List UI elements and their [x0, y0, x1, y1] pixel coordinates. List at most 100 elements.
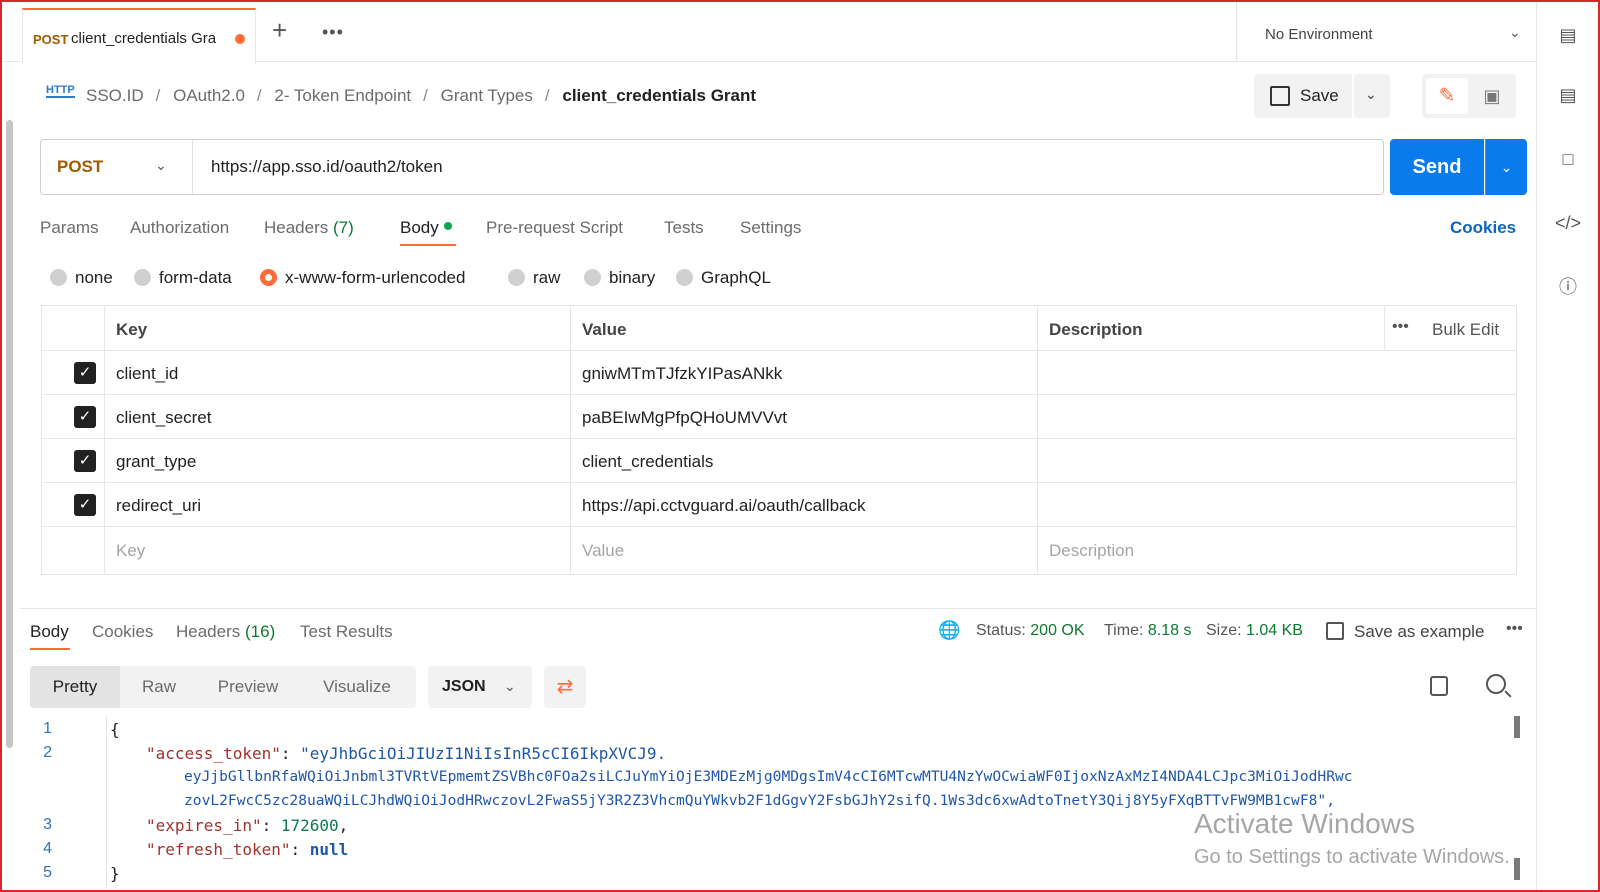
tab-settings[interactable]: Settings [740, 218, 801, 238]
radio-circle-icon [676, 269, 693, 286]
radio-none[interactable]: none [50, 268, 113, 288]
request-tab[interactable]: POST client_credentials Gra [22, 8, 256, 64]
cookies-link[interactable]: Cookies [1450, 218, 1516, 238]
status-value: 200 OK [1030, 622, 1085, 639]
line-number: 1 [43, 720, 52, 737]
time-value: 8.18 s [1147, 622, 1192, 639]
response-tab-headers[interactable]: Headers (16) [176, 622, 275, 642]
radio-selected-icon [260, 269, 277, 286]
tab-headers[interactable]: Headers (7) [264, 218, 354, 238]
environment-label: No Environment [1265, 26, 1373, 43]
tab-tests[interactable]: Tests [664, 218, 704, 238]
response-tab-test-results[interactable]: Test Results [300, 622, 393, 642]
response-tab-cookies[interactable]: Cookies [92, 622, 153, 642]
new-key-input[interactable]: Key [116, 541, 145, 561]
edit-pencil-icon[interactable]: ✎ [1426, 78, 1468, 114]
method-select[interactable]: POST ⌄ [41, 140, 193, 194]
code-scrollbar[interactable] [1514, 716, 1520, 738]
response-divider [20, 608, 1536, 609]
row-checkbox[interactable]: ✓ [74, 450, 96, 472]
param-value[interactable]: gniwMTmTJfzkYIPasANkk [582, 364, 782, 384]
language-value: JSON [442, 678, 486, 695]
line-number: 5 [43, 864, 52, 881]
code-line: "refresh_token": null [146, 840, 349, 859]
radio-binary[interactable]: binary [584, 268, 655, 288]
param-key[interactable]: grant_type [116, 452, 196, 472]
column-divider [1384, 306, 1385, 350]
code-icon[interactable]: </> [1555, 210, 1581, 236]
tab-more-icon[interactable]: ••• [322, 22, 344, 43]
tab-body[interactable]: Body [400, 218, 452, 238]
row-checkbox[interactable]: ✓ [74, 406, 96, 428]
radio-circle-icon [508, 269, 525, 286]
row-checkbox[interactable]: ✓ [74, 494, 96, 516]
language-select[interactable]: JSON ⌄ [428, 666, 532, 708]
response-more-icon[interactable]: ••• [1506, 620, 1523, 638]
row-checkbox[interactable]: ✓ [74, 362, 96, 384]
chevron-down-icon: ⌄ [1509, 24, 1521, 40]
network-globe-icon[interactable]: 🌐 [938, 620, 960, 641]
http-icon: HTTP [46, 84, 75, 98]
send-button[interactable]: Send [1390, 139, 1484, 195]
header-description: Description [1049, 320, 1143, 339]
format-visualize[interactable]: Visualize [302, 666, 412, 708]
response-tab-body[interactable]: Body [30, 622, 69, 642]
radio-raw[interactable]: raw [508, 268, 560, 288]
json-key: "expires_in" [146, 816, 262, 835]
format-tabs: Pretty Raw Preview Visualize [30, 666, 416, 708]
info-icon[interactable]: ⓘ [1555, 274, 1581, 300]
radio-label: GraphQL [701, 268, 771, 287]
format-raw[interactable]: Raw [124, 666, 194, 708]
breadcrumb-item[interactable]: 2- Token Endpoint [274, 86, 411, 105]
url-input[interactable]: https://app.sso.id/oauth2/token [211, 157, 443, 177]
breadcrumb-item[interactable]: Grant Types [441, 86, 533, 105]
breadcrumb-item[interactable]: OAuth2.0 [173, 86, 245, 105]
radio-label: binary [609, 268, 656, 287]
param-key[interactable]: redirect_uri [116, 496, 201, 516]
radio-graphql[interactable]: GraphQL [676, 268, 771, 288]
environment-quick-look-icon[interactable]: ▤ [1555, 22, 1581, 48]
param-value[interactable]: paBEIwMgPfpQHoUMVVvt [582, 408, 787, 428]
tab-body-label: Body [400, 218, 439, 237]
radio-form-data[interactable]: form-data [134, 268, 232, 288]
new-tab-plus-icon[interactable]: + [272, 17, 287, 43]
size-text: Size: 1.04 KB [1206, 622, 1303, 640]
environment-selector[interactable]: No Environment ⌄ [1236, 2, 1538, 62]
status-text: Status: 200 OK [976, 622, 1085, 640]
json-key: "access_token" [146, 744, 281, 763]
param-key[interactable]: client_secret [116, 408, 211, 428]
param-value[interactable]: https://api.cctvguard.ai/oauth/callback [582, 496, 866, 516]
table-row: ✓ client_secret paBEIwMgPfpQHoUMVVvt [42, 394, 1516, 438]
tab-authorization[interactable]: Authorization [130, 218, 229, 238]
param-key[interactable]: client_id [116, 364, 178, 384]
radio-x-www-form-urlencoded[interactable]: x-www-form-urlencoded [260, 268, 465, 288]
table-more-icon[interactable]: ••• [1392, 318, 1409, 336]
json-number: 172600 [280, 816, 339, 835]
json-null: null [309, 840, 349, 859]
new-value-input[interactable]: Value [582, 541, 624, 561]
format-pretty[interactable]: Pretty [30, 666, 120, 708]
tab-bar: POST client_credentials Gra + ••• No Env… [2, 2, 1538, 64]
left-scrollbar[interactable] [6, 120, 13, 748]
breadcrumb-item[interactable]: SSO.ID [86, 86, 144, 105]
radio-circle-icon [134, 269, 151, 286]
code-open-brace: { [110, 720, 120, 739]
save-as-example-button[interactable]: Save as example [1354, 622, 1484, 642]
save-dropdown-button[interactable]: ⌄ [1354, 74, 1390, 118]
param-value[interactable]: client_credentials [582, 452, 713, 472]
format-preview[interactable]: Preview [198, 666, 298, 708]
bulk-edit-link[interactable]: Bulk Edit [1432, 320, 1499, 340]
comments-icon[interactable]: □ [1555, 146, 1581, 172]
wrap-lines-icon[interactable]: ⇄ [544, 666, 586, 708]
tab-params[interactable]: Params [40, 218, 99, 238]
save-button[interactable]: Save [1254, 74, 1352, 118]
table-row-new: Key Value Description [42, 526, 1516, 574]
search-icon[interactable] [1486, 674, 1506, 694]
send-dropdown-button[interactable]: ⌄ [1485, 139, 1527, 195]
code-scrollbar-bottom[interactable] [1514, 858, 1520, 880]
comment-mode-icon[interactable]: ▣ [1472, 78, 1512, 114]
tab-pre-request-script[interactable]: Pre-request Script [486, 218, 623, 238]
copy-icon[interactable] [1430, 676, 1448, 696]
new-description-input[interactable]: Description [1049, 541, 1134, 561]
documentation-icon[interactable]: ▤ [1555, 82, 1581, 108]
